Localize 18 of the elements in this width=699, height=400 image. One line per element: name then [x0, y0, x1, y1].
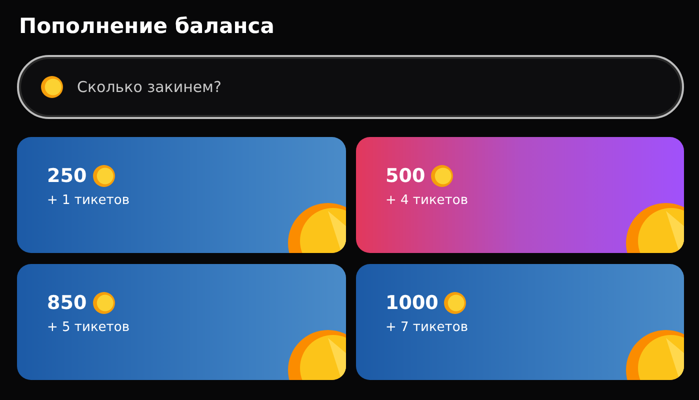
ticket-bonus: + 5 тикетов — [47, 320, 130, 335]
coin-icon — [92, 292, 115, 314]
coin-icon — [92, 165, 115, 187]
coin-icon — [431, 165, 454, 187]
page-title: Пополнение баланса — [19, 14, 276, 38]
ticket-bonus: + 7 тикетов — [386, 320, 468, 335]
package-amount: 850 — [47, 292, 87, 314]
ticket-bonus: + 4 тикетов — [386, 193, 468, 208]
package-card[interactable]: 1000 + 7 тикетов — [356, 264, 684, 380]
package-card[interactable]: 250 + 1 тикетов — [17, 137, 346, 253]
amount-field[interactable]: Сколько закинем? — [17, 55, 684, 119]
ticket-bonus: + 1 тикетов — [47, 193, 130, 208]
package-card[interactable]: 500 + 4 тикетов — [356, 137, 684, 253]
package-card[interactable]: 850 + 5 тикетов — [17, 264, 346, 380]
package-amount: 500 — [386, 165, 426, 187]
package-amount: 1000 — [386, 292, 438, 314]
coin-icon — [444, 292, 466, 314]
package-amount: 250 — [47, 165, 87, 187]
